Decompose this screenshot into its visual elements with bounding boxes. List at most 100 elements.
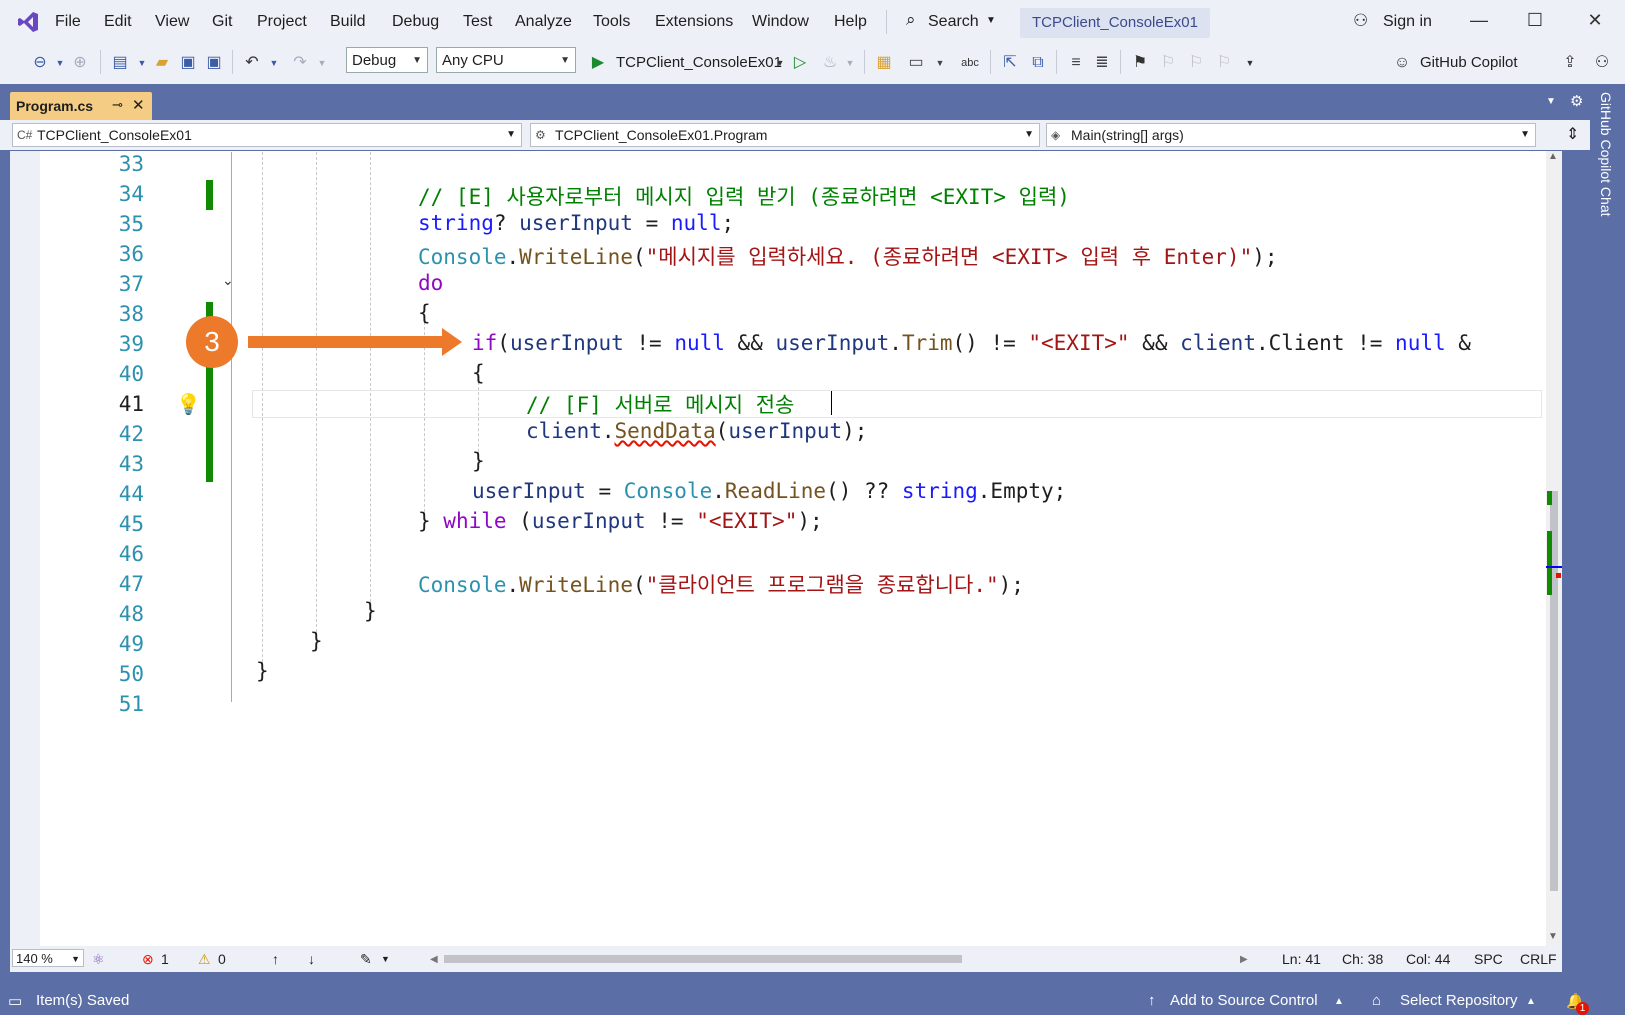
search-button[interactable]: Search: [928, 13, 979, 31]
project-dropdown[interactable]: C# TCPClient_ConsoleEx01 ▼: [12, 123, 522, 147]
pin-icon[interactable]: ⊸: [112, 97, 123, 113]
redo-icon[interactable]: ↷: [290, 53, 310, 73]
output-icon[interactable]: ▭: [8, 992, 22, 1010]
gear-icon[interactable]: ⚙: [1570, 92, 1583, 110]
menu-edit[interactable]: Edit: [104, 13, 132, 31]
chevron-down-icon: ▼: [506, 129, 516, 140]
line-number: 39: [118, 332, 144, 356]
navigate-forward-icon[interactable]: ⊕: [70, 53, 90, 73]
save-all-icon[interactable]: ▣: [204, 53, 224, 73]
method-name-error[interactable]: SendData: [615, 419, 716, 443]
member-value: Main(string[] args): [1071, 127, 1184, 143]
split-window-icon[interactable]: ⇕: [1566, 124, 1579, 144]
comment: // [F] 서버로 메시지 전송: [526, 393, 795, 417]
solution-explorer-icon[interactable]: ▦: [874, 53, 894, 73]
layout-icon[interactable]: ▭: [906, 53, 926, 73]
code-token: !=: [645, 509, 697, 533]
next-issue-icon[interactable]: ↓: [308, 951, 315, 967]
scroll-left-icon[interactable]: ◀: [430, 954, 438, 965]
line-indicator[interactable]: Ln: 41: [1282, 951, 1321, 967]
select-repository-button[interactable]: Select Repository: [1400, 992, 1518, 1009]
visual-studio-logo-icon[interactable]: [16, 10, 40, 34]
chevron-down-icon[interactable]: ▼: [930, 53, 950, 73]
zoom-dropdown[interactable]: 140 % ▼: [12, 949, 84, 967]
code-line-37: do: [418, 271, 443, 295]
configuration-dropdown[interactable]: Debug ▼: [346, 47, 428, 73]
char-indicator[interactable]: Ch: 38: [1342, 951, 1383, 967]
tab-program-cs[interactable]: Program.cs ⊸ ✕: [10, 92, 152, 120]
spell-check-icon[interactable]: abc: [960, 53, 980, 73]
chevron-down-icon[interactable]: ▼: [132, 53, 152, 73]
start-without-debugging-icon[interactable]: ▷: [790, 53, 810, 73]
line-ending-indicator[interactable]: CRLF: [1520, 951, 1557, 967]
menu-analyze[interactable]: Analyze: [515, 13, 572, 31]
uncomment-lines-icon[interactable]: ≣: [1092, 53, 1112, 73]
previous-bookmark-icon[interactable]: ⚐: [1158, 53, 1178, 73]
chevron-down-icon[interactable]: ▼: [840, 53, 860, 73]
clear-bookmarks-icon[interactable]: ⚐: [1214, 53, 1234, 73]
add-to-source-control-button[interactable]: Add to Source Control: [1170, 992, 1318, 1009]
menu-window[interactable]: Window: [752, 13, 809, 31]
chevron-down-icon[interactable]: ▼: [264, 53, 284, 73]
undo-icon[interactable]: ↶: [242, 53, 262, 73]
close-icon[interactable]: ✕: [132, 96, 145, 114]
menu-view[interactable]: View: [155, 13, 189, 31]
github-copilot-button[interactable]: GitHub Copilot: [1420, 54, 1518, 71]
previous-issue-icon[interactable]: ↑: [272, 951, 279, 967]
menu-test[interactable]: Test: [463, 13, 492, 31]
scroll-up-icon[interactable]: ▲: [1548, 151, 1558, 162]
toolbar-separator: [100, 50, 101, 74]
toolbar-separator: [990, 50, 991, 74]
type-dropdown[interactable]: ⚙ TCPClient_ConsoleEx01.Program ▼: [530, 123, 1040, 147]
chevron-down-icon[interactable]: ▼: [1240, 53, 1260, 73]
horizontal-scrollbar-thumb[interactable]: [444, 955, 962, 963]
feedback-icon[interactable]: ⚇: [1592, 53, 1612, 73]
track-element-icon[interactable]: ⧉: [1028, 53, 1048, 73]
code-token: }: [256, 659, 269, 683]
minimize-button[interactable]: —: [1464, 10, 1494, 36]
start-debugging-icon[interactable]: ▶: [588, 53, 608, 73]
code-cleanup-icon[interactable]: ✎: [360, 951, 372, 968]
share-icon[interactable]: ⇪: [1560, 53, 1580, 73]
save-icon[interactable]: ▣: [178, 53, 198, 73]
whitespace-indicator[interactable]: SPC: [1474, 951, 1503, 967]
chevron-down-icon[interactable]: ▼: [312, 53, 332, 73]
maximize-button[interactable]: ☐: [1520, 10, 1550, 36]
tab-list-dropdown-icon[interactable]: ▼: [1546, 96, 1556, 107]
close-window-button[interactable]: ✕: [1580, 10, 1610, 36]
lightbulb-icon[interactable]: 💡: [176, 392, 201, 417]
scroll-right-icon[interactable]: ▶: [1240, 954, 1248, 965]
menu-file[interactable]: File: [55, 13, 81, 31]
new-project-icon[interactable]: ▤: [110, 53, 130, 73]
menu-tools[interactable]: Tools: [593, 13, 630, 31]
column-indicator[interactable]: Col: 44: [1406, 951, 1450, 967]
chevron-down-icon[interactable]: ▼: [50, 53, 70, 73]
start-target-button[interactable]: TCPClient_ConsoleEx01: [616, 54, 782, 71]
menu-help[interactable]: Help: [834, 13, 867, 31]
error-count[interactable]: 1: [161, 951, 169, 967]
navigate-back-icon[interactable]: ⊖: [30, 53, 50, 73]
health-icon[interactable]: ⚛: [92, 951, 105, 968]
copilot-chat-tab[interactable]: GitHub Copilot Chat: [1598, 92, 1614, 217]
member-dropdown[interactable]: ◈ Main(string[] args) ▼: [1046, 123, 1536, 147]
menu-build[interactable]: Build: [330, 13, 366, 31]
scroll-down-icon[interactable]: ▼: [1548, 931, 1558, 942]
menu-git[interactable]: Git: [212, 13, 232, 31]
open-folder-icon[interactable]: ▰: [152, 53, 172, 73]
chevron-down-icon[interactable]: ▼: [770, 53, 790, 73]
comment-lines-icon[interactable]: ≡: [1066, 53, 1086, 73]
bookmark-icon[interactable]: ⚑: [1130, 53, 1150, 73]
vertical-scrollbar[interactable]: ▲ ▼: [1546, 151, 1562, 946]
platform-dropdown[interactable]: Any CPU ▼: [436, 47, 576, 73]
warning-count[interactable]: 0: [218, 951, 226, 967]
method-name: WriteLine: [519, 245, 633, 269]
hot-reload-icon[interactable]: ♨: [820, 53, 840, 73]
menu-extensions[interactable]: Extensions: [655, 13, 733, 31]
sign-in-button[interactable]: Sign in: [1383, 13, 1432, 31]
select-element-icon[interactable]: ⇱: [1000, 53, 1020, 73]
menu-debug[interactable]: Debug: [392, 13, 439, 31]
chevron-down-icon[interactable]: ▼: [381, 954, 390, 964]
identifier: userInput: [728, 419, 843, 443]
menu-project[interactable]: Project: [257, 13, 307, 31]
next-bookmark-icon[interactable]: ⚐: [1186, 53, 1206, 73]
